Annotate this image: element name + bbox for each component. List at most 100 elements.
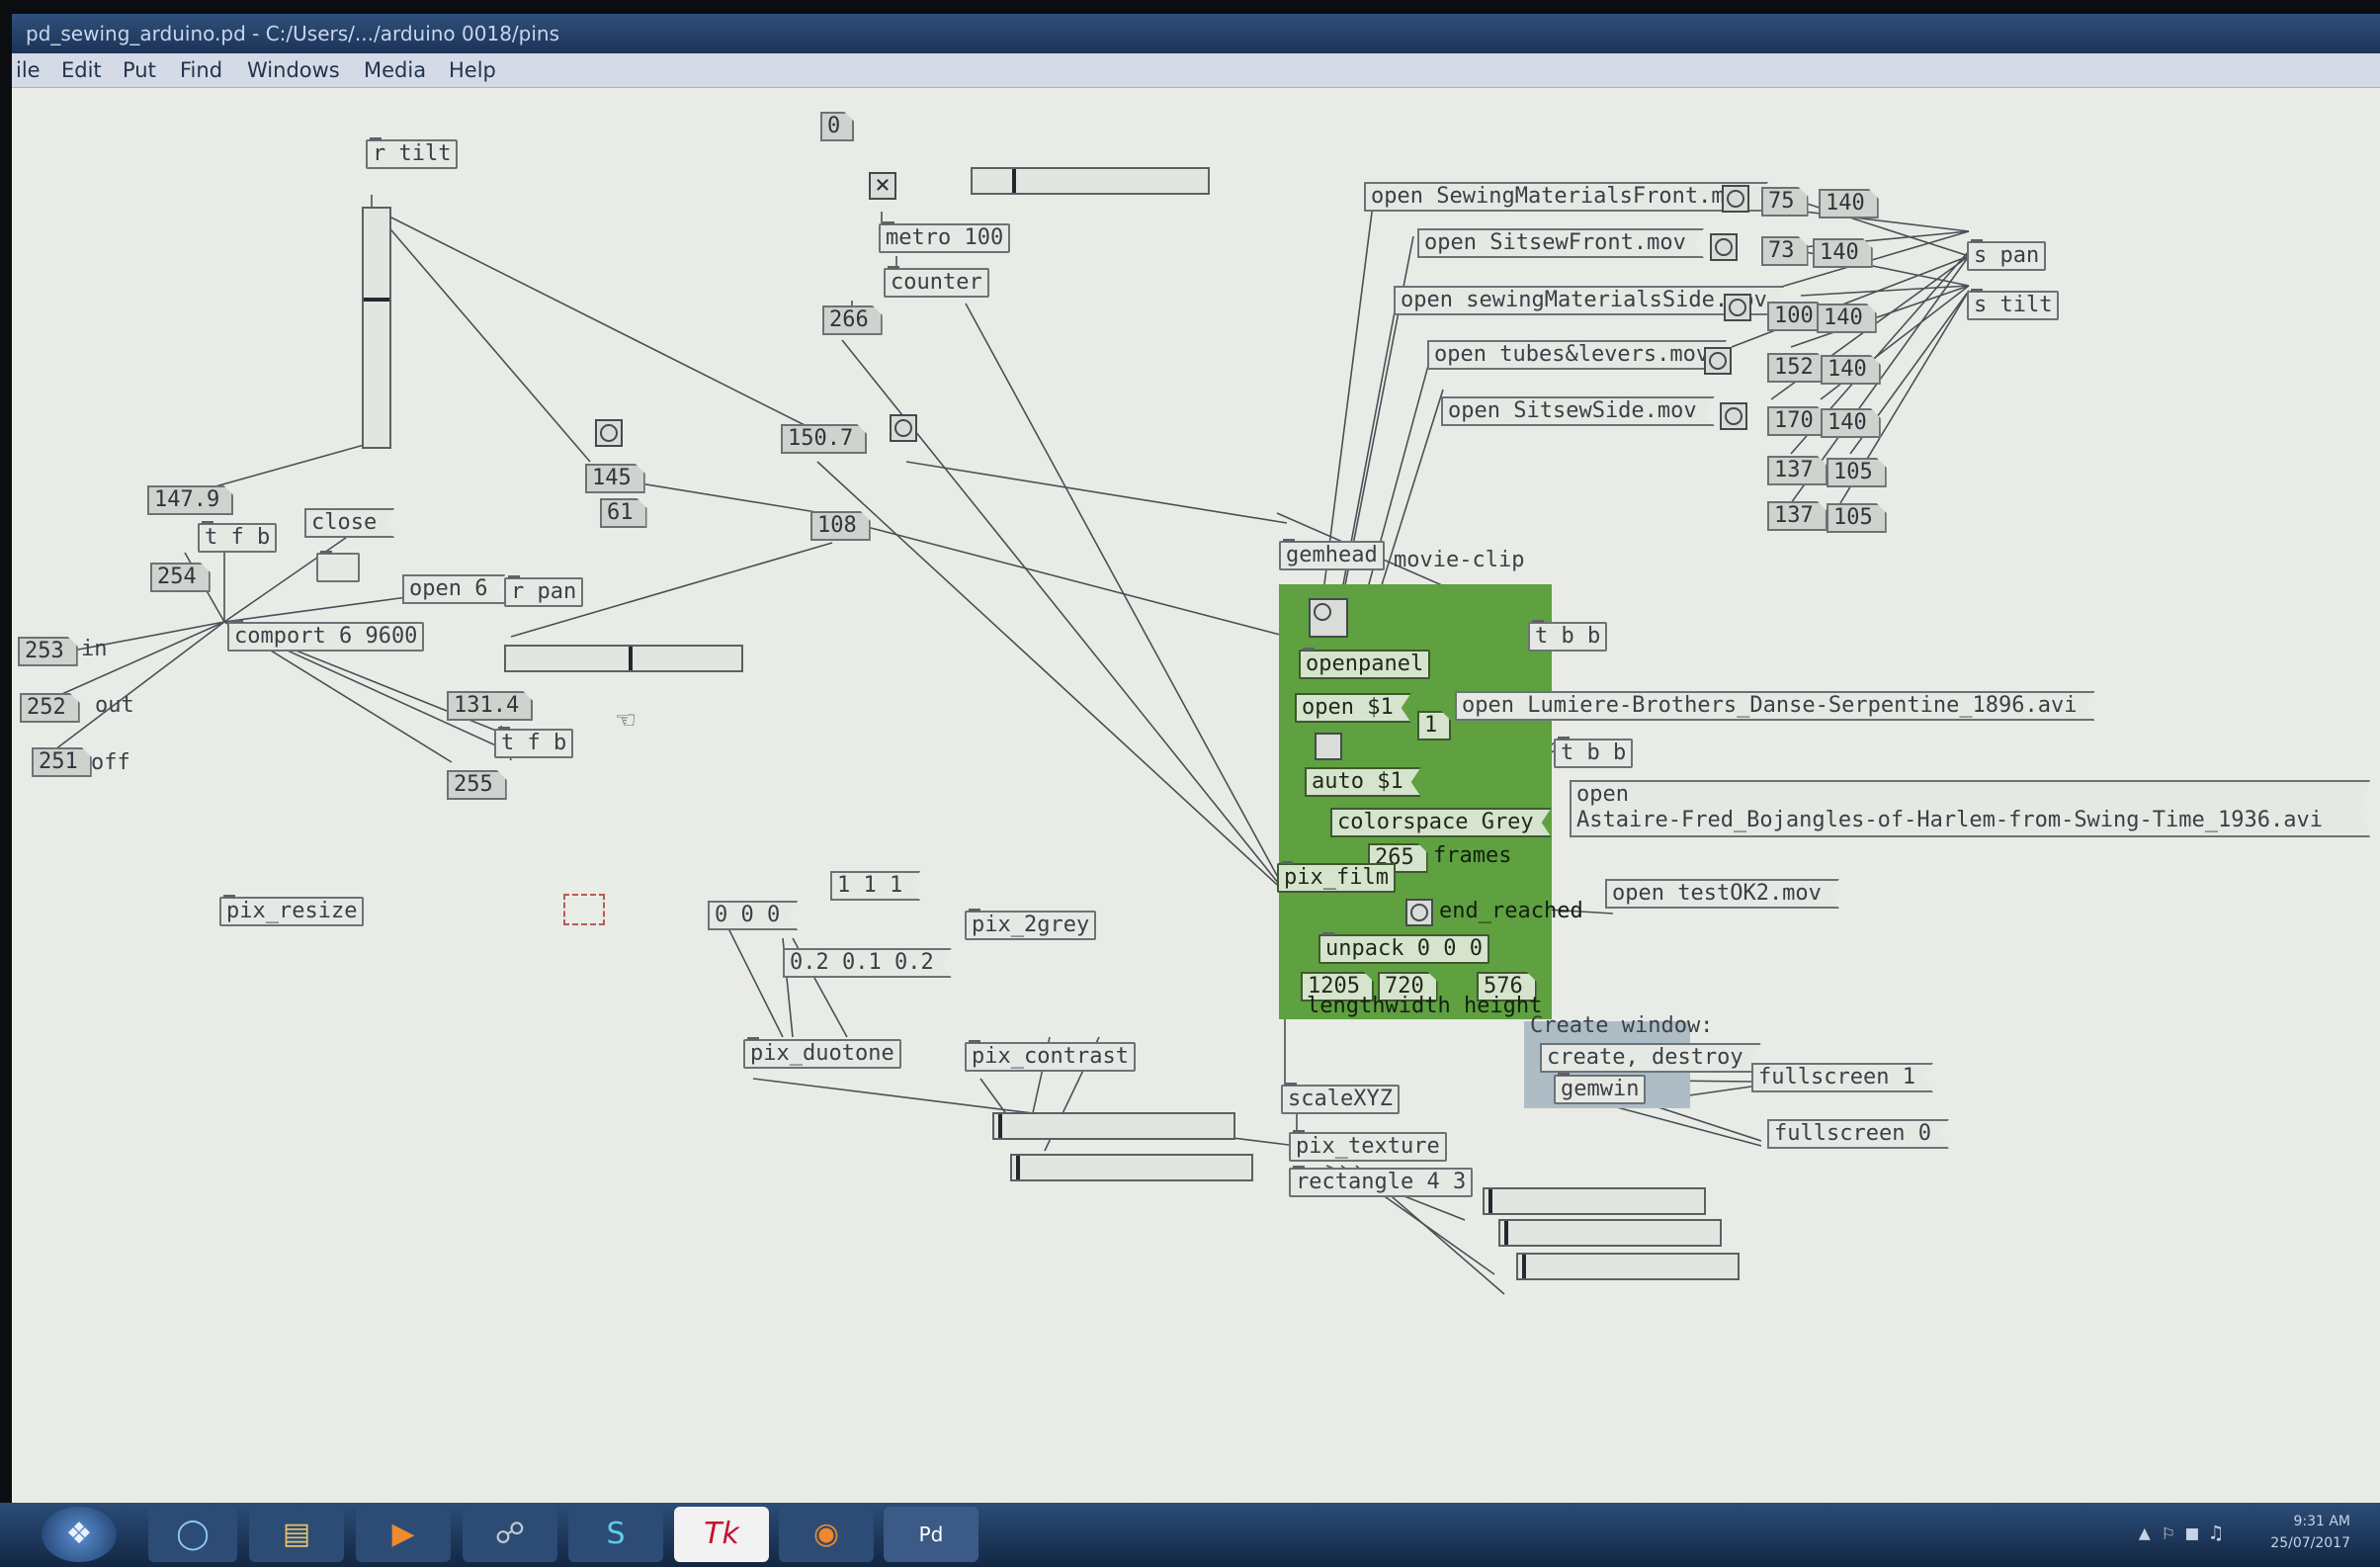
number-box-266[interactable]: 266: [822, 305, 883, 335]
slider-knob[interactable]: [1016, 1156, 1020, 1179]
menu-file[interactable]: ile: [16, 58, 41, 82]
scale-slider-z[interactable]: [1516, 1253, 1740, 1280]
patch-canvas[interactable]: r tilt 0 × metro 100 counter 266 145 61 …: [12, 88, 2380, 1507]
tilt-number-140-c[interactable]: 140: [1817, 304, 1877, 333]
start-button[interactable]: ❖: [42, 1507, 117, 1562]
number-box-61[interactable]: 61: [600, 498, 647, 528]
comport-object[interactable]: comport 6 9600: [227, 620, 425, 652]
pan-horizontal-slider[interactable]: [504, 645, 743, 672]
slider-knob[interactable]: [1522, 1255, 1526, 1278]
open-sewing-front-message[interactable]: open SewingMaterialsFront.mov: [1364, 182, 1768, 212]
rectangle-object[interactable]: rectangle 4 3: [1289, 1166, 1474, 1197]
pan-number-170[interactable]: 170: [1767, 406, 1828, 436]
pix-contrast-object[interactable]: pix_contrast: [965, 1040, 1136, 1072]
taskbar-tk[interactable]: Tk: [674, 1507, 769, 1562]
metro-object[interactable]: metro 100: [879, 221, 1011, 253]
number-box-150-7[interactable]: 150.7: [781, 424, 867, 454]
t-f-b-object-2[interactable]: t f b: [494, 727, 574, 758]
slider-knob[interactable]: [1488, 1189, 1492, 1213]
pix-duotone-object[interactable]: pix_duotone: [743, 1037, 901, 1069]
colorspace-grey-message[interactable]: colorspace Grey: [1330, 808, 1552, 837]
pix-2grey-object[interactable]: pix_2grey: [965, 909, 1097, 940]
open-lumiere-message[interactable]: open Lumiere-Brothers_Danse-Serpentine_1…: [1455, 691, 2095, 721]
number-box-145[interactable]: 145: [585, 464, 645, 493]
menu-help[interactable]: Help: [449, 58, 496, 82]
pix-resize-object[interactable]: pix_resize: [219, 895, 365, 926]
bang-3[interactable]: [1724, 294, 1751, 321]
number-box-255[interactable]: 255: [447, 770, 507, 800]
counter-object[interactable]: counter: [884, 266, 989, 298]
open-test-message[interactable]: open testOK2.mov: [1605, 879, 1839, 909]
create-destroy-message[interactable]: create, destroy: [1540, 1043, 1761, 1073]
scale-slider-y[interactable]: [1498, 1219, 1722, 1247]
contrast-slider-1[interactable]: [992, 1112, 1235, 1140]
t-f-b-object-1[interactable]: t f b: [198, 521, 278, 553]
s-tilt-object[interactable]: s tilt: [1967, 289, 2060, 320]
pan-number-152[interactable]: 152: [1767, 353, 1828, 383]
taskbar-firefox[interactable]: ◉: [779, 1507, 874, 1562]
taskbar-explorer[interactable]: ▤: [249, 1507, 344, 1562]
open-sitsew-side-message[interactable]: open SitsewSide.mov: [1441, 396, 1715, 426]
s-pan-object[interactable]: s pan: [1967, 239, 2047, 271]
menu-edit[interactable]: Edit: [61, 58, 102, 82]
tilt-number-140-e[interactable]: 140: [1821, 408, 1881, 438]
system-tray-icons[interactable]: ▲ ⚐ ■ ♫: [2139, 1521, 2222, 1544]
bang-1[interactable]: [1722, 185, 1749, 213]
number-box-252[interactable]: 252: [20, 693, 80, 723]
slider-knob[interactable]: [629, 647, 633, 670]
slider-knob[interactable]: [1012, 169, 1016, 193]
scalexyz-object[interactable]: scaleXYZ: [1281, 1083, 1400, 1114]
tilt-number-105-a[interactable]: 105: [1827, 458, 1887, 487]
pan-bang[interactable]: [595, 419, 623, 447]
pix-film-object[interactable]: pix_film: [1277, 861, 1396, 893]
bang-5[interactable]: [1720, 402, 1747, 430]
t-b-b-object-1[interactable]: t b b: [1528, 620, 1608, 652]
top-horizontal-slider[interactable]: [971, 167, 1210, 195]
open-tubes-levers-message[interactable]: open tubes&levers.mov: [1427, 340, 1727, 370]
open-6-message[interactable]: open 6: [402, 574, 505, 604]
empty-object[interactable]: [316, 551, 360, 582]
taskbar-ie[interactable]: ◯: [148, 1507, 237, 1562]
close-message[interactable]: close: [304, 508, 394, 538]
bang-2[interactable]: [1710, 233, 1738, 261]
tilt-bang[interactable]: [890, 414, 917, 442]
number-box-147-9[interactable]: 147.9: [147, 485, 233, 515]
t-b-b-object-2[interactable]: t b b: [1554, 737, 1634, 768]
number-box-131-4[interactable]: 131.4: [447, 691, 533, 721]
menu-find[interactable]: Find: [180, 58, 222, 82]
taskbar-pd[interactable]: Pd: [884, 1507, 978, 1562]
gemhead-object[interactable]: gemhead: [1279, 539, 1385, 570]
fullscreen-1-message[interactable]: fullscreen 1: [1751, 1063, 1933, 1092]
r-tilt-object[interactable]: r tilt: [366, 137, 459, 169]
auto-toggle[interactable]: [1315, 733, 1342, 760]
number-box-251[interactable]: 251: [32, 747, 92, 777]
end-reached-bang[interactable]: [1405, 899, 1433, 926]
pan-number-137-b[interactable]: 137: [1767, 501, 1828, 531]
message-0-2-0-1-0-2[interactable]: 0.2 0.1 0.2: [783, 948, 952, 978]
tilt-number-140-d[interactable]: 140: [1821, 355, 1881, 385]
slider-knob[interactable]: [1504, 1221, 1508, 1245]
message-1-1-1[interactable]: 1 1 1: [830, 871, 920, 901]
unpack-object[interactable]: unpack 0 0 0: [1318, 932, 1489, 964]
scale-slider-x[interactable]: [1483, 1187, 1706, 1215]
open-sitsew-front-message[interactable]: open SitsewFront.mov: [1417, 228, 1704, 258]
menu-windows[interactable]: Windows: [247, 58, 340, 82]
bang-4[interactable]: [1704, 347, 1732, 375]
open-file-bang[interactable]: [1309, 598, 1348, 638]
taskbar-skype[interactable]: S: [568, 1507, 663, 1562]
number-box-254[interactable]: 254: [150, 563, 211, 592]
tilt-number-140-a[interactable]: 140: [1819, 189, 1879, 218]
contrast-slider-2[interactable]: [1010, 1154, 1253, 1181]
taskbar-clock[interactable]: 9:31 AM 25/07/2017: [2270, 1511, 2350, 1554]
metro-toggle[interactable]: ×: [869, 172, 896, 200]
slider-knob[interactable]: [364, 298, 389, 302]
taskbar-network[interactable]: ☍: [463, 1507, 557, 1562]
tilt-number-140-b[interactable]: 140: [1813, 238, 1873, 268]
slider-knob[interactable]: [998, 1114, 1002, 1138]
menu-put[interactable]: Put: [123, 58, 156, 82]
open-dollar1-message[interactable]: open $1: [1295, 693, 1411, 723]
auto-dollar1-message[interactable]: auto $1: [1305, 767, 1421, 797]
number-box-253[interactable]: 253: [18, 637, 78, 666]
open-astaire-message[interactable]: open Astaire-Fred_Bojangles-of-Harlem-fr…: [1570, 780, 2370, 837]
window-controls[interactable]: —: [2359, 57, 2370, 78]
